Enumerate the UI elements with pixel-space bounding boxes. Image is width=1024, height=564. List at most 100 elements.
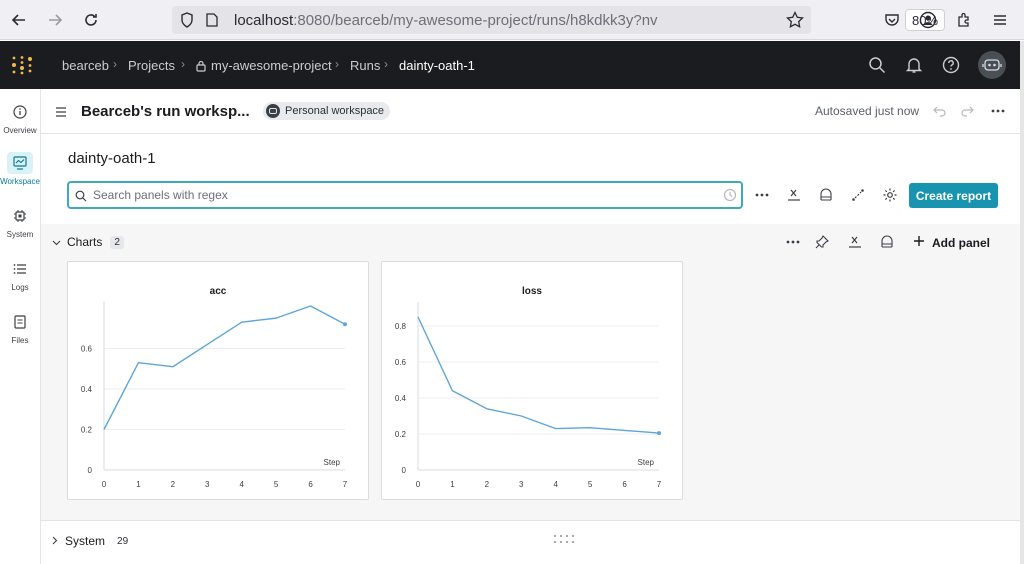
- sidebar-item-label: Files: [11, 336, 29, 345]
- x-tick-label: 6: [308, 480, 313, 489]
- sidebar-item-logs[interactable]: Logs: [0, 258, 40, 302]
- y-tick-label: 0: [402, 466, 407, 475]
- section-count: 2: [110, 235, 124, 249]
- page-scrollbar[interactable]: [1020, 41, 1024, 564]
- sidebar-item-label: Logs: [11, 283, 29, 292]
- file-icon: [7, 311, 33, 333]
- search-icon[interactable]: [866, 54, 888, 76]
- pocket-icon[interactable]: [880, 8, 904, 32]
- x-tick-label: 4: [553, 480, 558, 489]
- pin-icon[interactable]: [811, 231, 833, 253]
- smoothing-icon[interactable]: [876, 231, 898, 253]
- redo-icon[interactable]: [960, 104, 974, 122]
- y-tick-label: 0: [88, 466, 93, 475]
- reload-icon[interactable]: [79, 8, 103, 32]
- x-tick-label: 2: [171, 480, 176, 489]
- system-section: [41, 521, 1020, 564]
- robot-icon: [266, 104, 280, 118]
- forward-icon[interactable]: [43, 8, 67, 32]
- more-options-icon[interactable]: [991, 104, 1005, 123]
- x-axis-label: Step: [324, 458, 341, 467]
- add-panel-button[interactable]: Add panel: [913, 235, 990, 250]
- outliers-icon[interactable]: [847, 184, 869, 206]
- more-options-icon[interactable]: [782, 231, 804, 253]
- sidebar-item-system[interactable]: System: [0, 205, 40, 249]
- series-line: [103, 305, 346, 430]
- menu-icon[interactable]: [988, 8, 1012, 32]
- chip-icon: [7, 205, 33, 227]
- plus-icon: [913, 235, 925, 250]
- search-input[interactable]: [93, 186, 693, 204]
- breadcrumb-entity[interactable]: bearceb: [62, 58, 109, 73]
- browser-toolbar: localhost:8080/bearceb/my-awesome-projec…: [0, 0, 1024, 40]
- x-tick-label: 7: [657, 480, 662, 489]
- series-line: [417, 316, 660, 434]
- list-icon: [7, 258, 33, 280]
- system-section-header[interactable]: System 29: [52, 534, 132, 548]
- breadcrumb-run[interactable]: dainty-oath-1: [399, 58, 475, 73]
- chevron-right-icon: [52, 534, 58, 548]
- gear-icon[interactable]: [879, 184, 901, 206]
- charts-section-header[interactable]: Charts 2: [52, 235, 124, 249]
- section-count: 29: [117, 535, 129, 547]
- breadcrumb-projects[interactable]: Projects: [128, 58, 175, 73]
- breadcrumb-project[interactable]: my-awesome-project: [211, 58, 332, 73]
- breadcrumb-separator: ›: [335, 57, 339, 71]
- x-axis-icon[interactable]: [844, 231, 866, 253]
- panel-search[interactable]: [67, 181, 743, 209]
- sidebar-item-overview[interactable]: Overview: [0, 101, 40, 145]
- more-options-icon[interactable]: [751, 184, 773, 206]
- x-tick-label: 2: [485, 480, 490, 489]
- x-tick-label: 0: [102, 480, 107, 489]
- workspace-header: Bearceb's run worksp... Personal workspa…: [41, 89, 1020, 134]
- bell-icon[interactable]: [903, 54, 925, 76]
- history-icon[interactable]: [723, 188, 737, 207]
- extensions-icon[interactable]: [952, 8, 976, 32]
- breadcrumb-separator: ›: [113, 57, 117, 71]
- y-tick-label: 0.4: [81, 385, 93, 394]
- sidebar-item-workspace[interactable]: Workspace: [0, 152, 40, 196]
- undo-icon[interactable]: [933, 104, 947, 122]
- x-tick-label: 7: [343, 480, 348, 489]
- page-icon[interactable]: [206, 13, 218, 32]
- last-point-marker: [343, 322, 347, 327]
- left-sidebar: Overview Workspace System Logs Files: [0, 89, 41, 564]
- shield-icon[interactable]: [180, 12, 194, 33]
- create-report-button[interactable]: Create report: [909, 183, 998, 208]
- x-tick-label: 1: [450, 480, 455, 489]
- y-tick-label: 0.6: [81, 345, 93, 354]
- app-header: bearceb › Projects › my-awesome-project …: [0, 41, 1020, 89]
- line-chart: acc 0 0.2 0.4 0.6 0 1 2 3 4 5 6 7 Step: [81, 286, 348, 489]
- chart-panel-acc[interactable]: acc 0 0.2 0.4 0.6 0 1 2 3 4 5 6 7 Step: [67, 261, 369, 500]
- url-text: localhost:8080/bearceb/my-awesome-projec…: [234, 12, 658, 29]
- chart-title: acc: [210, 286, 227, 297]
- line-chart: loss 0 0.2 0.4 0.6 0.8 0 1 2 3 4 5 6 7 Step: [395, 286, 662, 489]
- sidebar-item-files[interactable]: Files: [0, 311, 40, 355]
- x-axis-label: Step: [638, 458, 655, 467]
- chart-panel-loss[interactable]: loss 0 0.2 0.4 0.6 0.8 0 1 2 3 4 5 6 7 Step: [381, 261, 683, 500]
- wandb-logo-icon[interactable]: [11, 55, 33, 80]
- workspace-title[interactable]: Bearceb's run worksp...: [81, 103, 250, 120]
- y-tick-label: 0.4: [395, 394, 407, 403]
- smoothing-icon[interactable]: [815, 184, 837, 206]
- autosave-status: Autosaved just now: [815, 104, 920, 118]
- last-point-marker: [657, 431, 661, 436]
- workspace-badge[interactable]: Personal workspace: [263, 102, 391, 120]
- resize-handle-icon[interactable]: [553, 533, 575, 547]
- section-title: System: [65, 534, 106, 548]
- account-icon[interactable]: [916, 8, 940, 32]
- chart-title: loss: [522, 286, 542, 297]
- avatar[interactable]: [978, 51, 1006, 79]
- hamburger-icon[interactable]: [55, 105, 67, 123]
- y-tick-label: 0.2: [81, 426, 93, 435]
- bookmark-star-icon[interactable]: [783, 8, 807, 32]
- url-bar[interactable]: localhost:8080/bearceb/my-awesome-projec…: [172, 6, 945, 34]
- run-title: dainty-oath-1: [68, 150, 156, 167]
- section-title: Charts: [67, 235, 103, 249]
- help-icon[interactable]: [940, 54, 962, 76]
- lock-icon: [196, 59, 206, 77]
- x-axis-icon[interactable]: [783, 184, 805, 206]
- back-icon[interactable]: [7, 8, 31, 32]
- workspace-icon: [7, 152, 33, 174]
- breadcrumb-runs[interactable]: Runs: [350, 58, 380, 73]
